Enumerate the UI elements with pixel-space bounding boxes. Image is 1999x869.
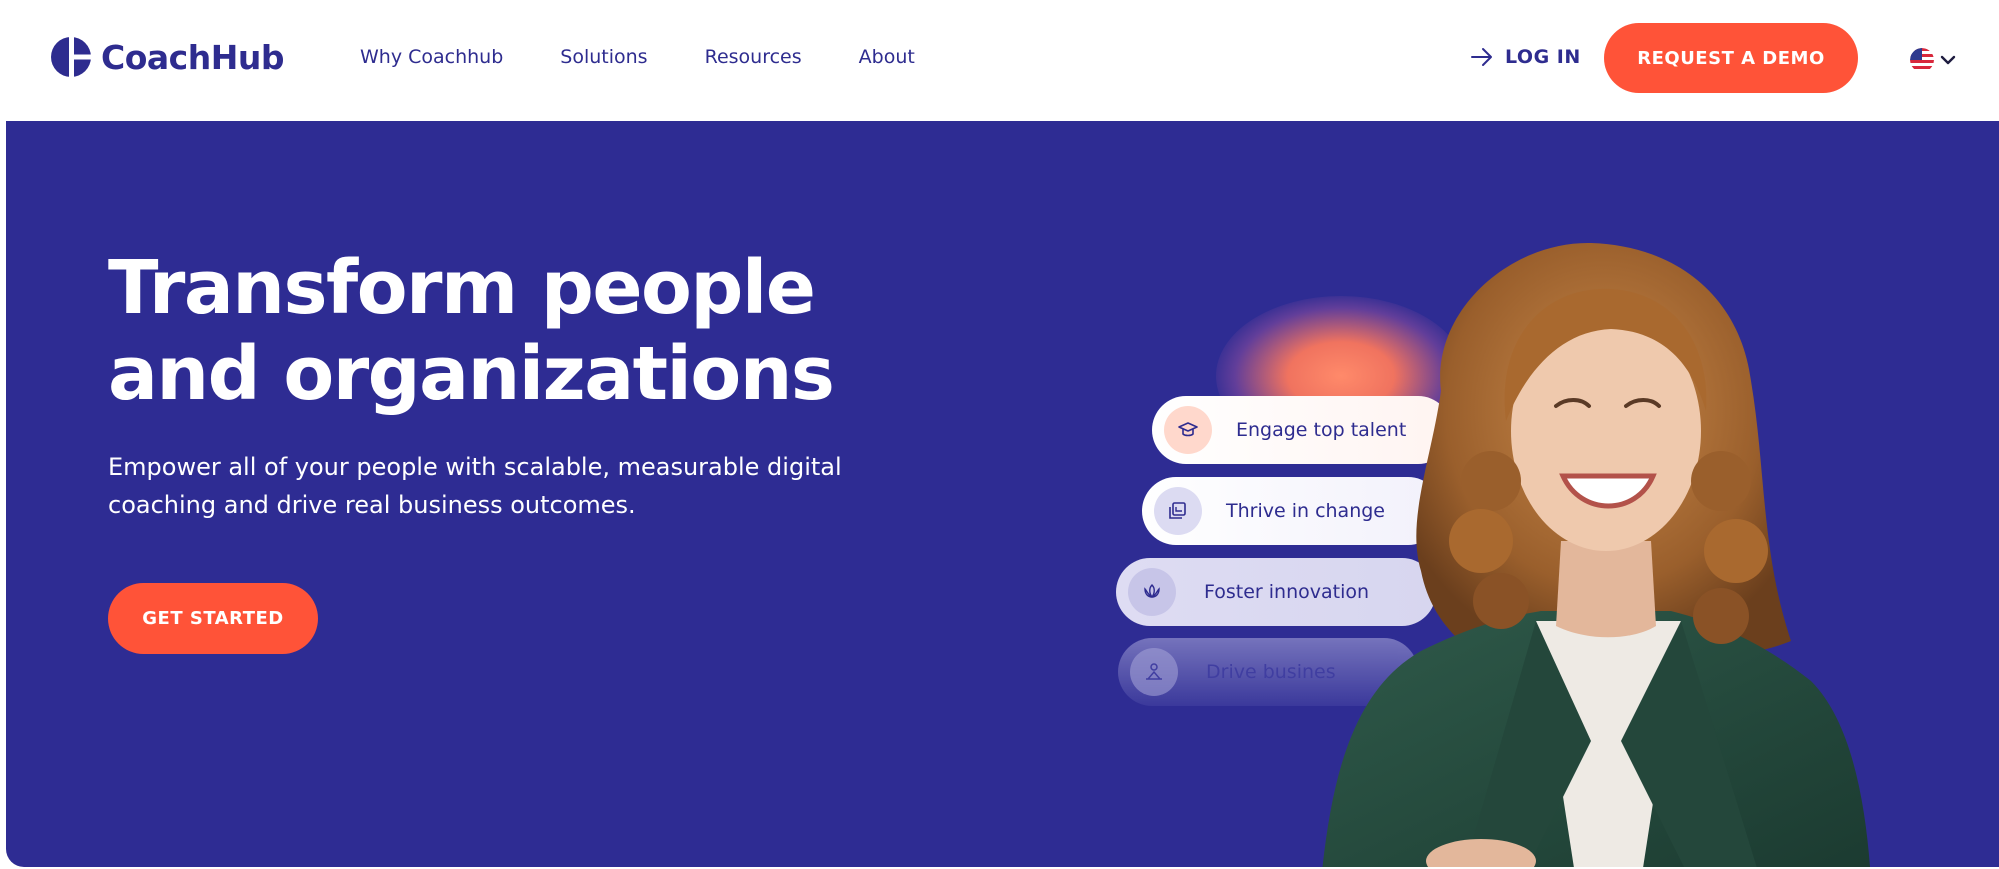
smiling-woman-photo [1322, 242, 1871, 867]
us-flag-icon [1910, 48, 1934, 72]
get-started-button[interactable]: GET STARTED [108, 583, 318, 654]
main-nav: Why Coachhub Solutions Resources About [360, 46, 972, 68]
coachhub-logo[interactable]: CoachHub [50, 36, 284, 78]
hero-title: Transform people and organizations [108, 245, 835, 417]
graduation-cap-icon [1164, 406, 1212, 454]
nav-about[interactable]: About [859, 46, 915, 68]
site-header: CoachHub Why Coachhub Solutions Resource… [0, 0, 1999, 120]
hero-section: Transform people and organizations Empow… [6, 121, 1999, 867]
logo-text: CoachHub [101, 37, 284, 77]
login-link[interactable]: LOG IN [1471, 46, 1581, 68]
hero-subtitle: Empower all of your people with scalable… [108, 453, 842, 519]
chevron-down-icon [1940, 55, 1956, 65]
layers-icon [1154, 487, 1202, 535]
lotus-icon [1128, 568, 1176, 616]
language-selector[interactable] [1910, 48, 1956, 72]
nav-why-coachhub[interactable]: Why Coachhub [360, 46, 503, 68]
nav-solutions[interactable]: Solutions [560, 46, 647, 68]
arrow-right-icon [1471, 48, 1492, 66]
login-label: LOG IN [1505, 46, 1581, 68]
person-network-icon [1130, 648, 1178, 696]
nav-resources[interactable]: Resources [705, 46, 802, 68]
coachhub-logo-icon [51, 37, 92, 77]
request-demo-button[interactable]: REQUEST A DEMO [1604, 23, 1858, 93]
